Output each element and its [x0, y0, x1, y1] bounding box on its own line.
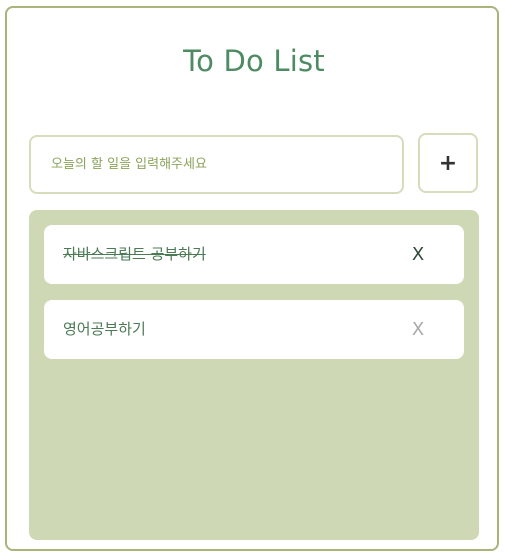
- todo-input[interactable]: [29, 135, 404, 194]
- todo-item[interactable]: 자바스크립트 공부하기 X: [44, 225, 464, 284]
- delete-todo-button[interactable]: X: [408, 225, 428, 284]
- delete-todo-button[interactable]: X: [408, 300, 428, 359]
- todo-item[interactable]: 영어공부하기 X: [44, 300, 464, 359]
- todo-list: 자바스크립트 공부하기 X 영어공부하기 X: [29, 210, 479, 540]
- todo-item-text[interactable]: 영어공부하기: [63, 300, 146, 359]
- add-todo-button[interactable]: +: [418, 133, 478, 193]
- page-title: To Do List: [183, 44, 325, 78]
- plus-icon: +: [438, 150, 458, 176]
- todo-item-text[interactable]: 자바스크립트 공부하기: [63, 225, 206, 284]
